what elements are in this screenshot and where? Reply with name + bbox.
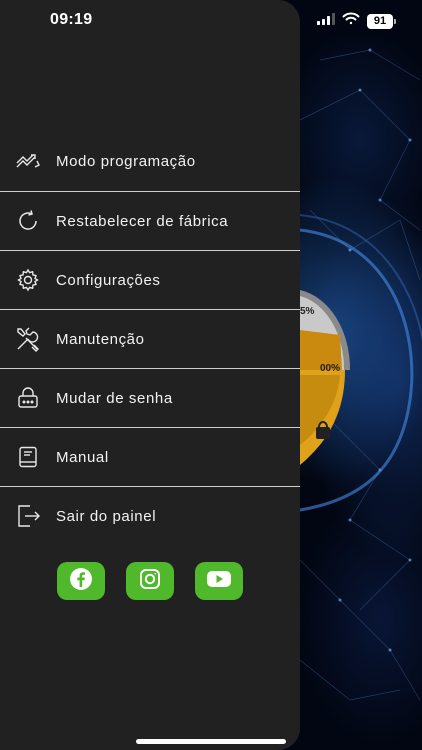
programming-mode-icon	[15, 148, 41, 174]
status-time: 09:19	[50, 11, 93, 28]
gauge-percent-side: 00%	[320, 363, 340, 374]
home-indicator[interactable]	[136, 739, 286, 744]
wifi-icon	[342, 12, 360, 30]
menu-item-label: Manutenção	[56, 330, 145, 348]
menu-item-label: Mudar de senha	[56, 389, 173, 407]
gauge-percent-top: 5%	[300, 306, 315, 317]
factory-reset-icon	[15, 208, 41, 234]
gear-icon	[15, 267, 41, 293]
menu-item-programming-mode[interactable]: Modo programação	[0, 131, 300, 191]
menu-item-manual[interactable]: Manual	[0, 428, 300, 486]
menu-item-label: Configurações	[56, 271, 161, 289]
menu-item-label: Manual	[56, 448, 109, 466]
menu-item-maintenance[interactable]: Manutenção	[0, 310, 300, 368]
social-links	[57, 562, 243, 600]
facebook-button[interactable]	[57, 562, 105, 600]
menu-item-factory-reset[interactable]: Restabelecer de fábrica	[0, 192, 300, 250]
instagram-button[interactable]	[126, 562, 174, 600]
menu-item-settings[interactable]: Configurações	[0, 251, 300, 309]
instagram-icon	[139, 568, 161, 595]
youtube-icon	[206, 569, 232, 594]
navigation-drawer: 09:19 Modo programação Restabelecer de f…	[0, 0, 300, 750]
maintenance-tools-icon	[15, 326, 41, 352]
cellular-signal-icon	[317, 12, 335, 30]
menu-item-logout[interactable]: Sair do painel	[0, 487, 300, 545]
logout-icon	[15, 503, 41, 529]
battery-level: 91	[367, 13, 393, 29]
menu-item-label: Sair do painel	[56, 507, 157, 525]
battery-icon: 91	[367, 13, 396, 29]
status-bar-indicators: 91	[317, 12, 396, 30]
manual-book-icon	[15, 444, 41, 470]
password-icon	[15, 385, 41, 411]
menu-item-label: Modo programação	[56, 152, 196, 170]
gauge-graphic: 5% 00%	[300, 290, 351, 465]
facebook-icon	[69, 567, 93, 596]
youtube-button[interactable]	[195, 562, 243, 600]
battery-cap	[394, 18, 396, 24]
menu-item-change-password[interactable]: Mudar de senha	[0, 369, 300, 427]
menu-item-label: Restabelecer de fábrica	[56, 212, 229, 230]
drawer-menu: Modo programação Restabelecer de fábrica…	[0, 131, 300, 545]
